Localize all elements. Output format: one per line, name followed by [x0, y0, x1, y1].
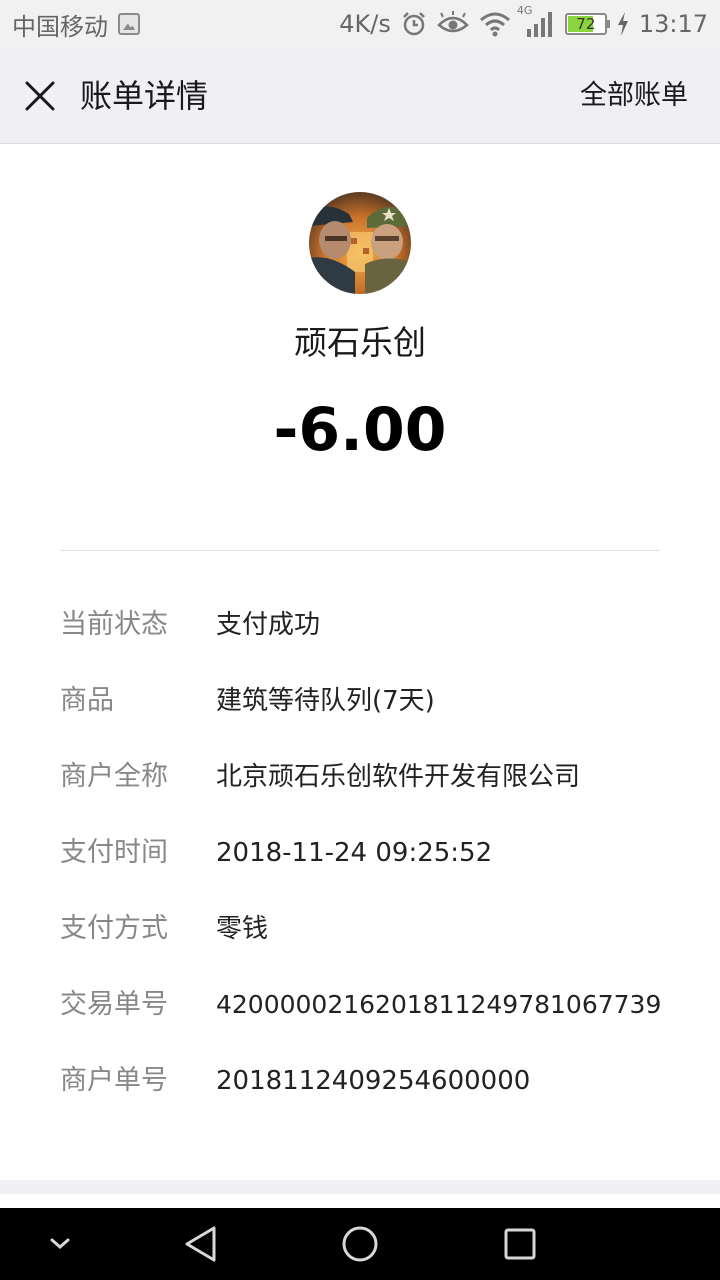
- detail-row-product: 商品 建筑等待队列(7天): [60, 679, 700, 723]
- merchant-name: 顽石乐创: [294, 323, 426, 362]
- recents-nav-button[interactable]: [498, 1222, 542, 1266]
- home-nav-button[interactable]: [338, 1222, 382, 1266]
- nav-header: 账单详情 全部账单: [0, 48, 720, 144]
- detail-value: 北京顽石乐创软件开发有限公司: [216, 762, 581, 792]
- status-bar: 中国移动 4K/s 4G 72 13:17: [0, 0, 720, 48]
- detail-row-merchant-full-name: 商户全称 北京顽石乐创软件开发有限公司: [60, 755, 700, 799]
- detail-label: 支付方式: [60, 913, 168, 944]
- merchant-avatar: [309, 192, 411, 294]
- back-nav-button[interactable]: [178, 1222, 222, 1266]
- detail-row-merchant-order-id: 商户单号 2018112409254600000: [60, 1059, 700, 1103]
- detail-value: 建筑等待队列(7天): [216, 686, 435, 716]
- bill-detail-screen: 中国移动 4K/s 4G 72 13:17 账单详情 全部账单 顽石乐创 -6.…: [0, 0, 720, 1280]
- collapse-nav-button[interactable]: [38, 1222, 82, 1266]
- detail-value: 2018112409254600000: [216, 1066, 531, 1096]
- page-title: 账单详情: [80, 77, 209, 115]
- cellular-group: 4G: [517, 5, 555, 39]
- detail-value: 零钱: [216, 914, 269, 944]
- recents-square-icon: [504, 1228, 536, 1260]
- system-nav-bar: [0, 1208, 720, 1280]
- detail-row-payment-time: 支付时间 2018-11-24 09:25:52: [60, 831, 700, 875]
- detail-row-transaction-id: 交易单号 4200000216201811249781067739: [60, 983, 700, 1027]
- alarm-icon: [402, 12, 425, 36]
- charging-bolt-icon: [617, 12, 628, 36]
- detail-value: 支付成功: [216, 610, 321, 640]
- clock-time: 13:17: [638, 10, 708, 38]
- merchant-avatar-image: [309, 192, 411, 294]
- detail-label: 商户全称: [60, 761, 168, 792]
- battery-icon: 72: [564, 13, 610, 35]
- network-speed: 4K/s: [339, 10, 391, 38]
- status-right: 4K/s 4G 72 13:17: [339, 5, 708, 40]
- battery-percent: 72: [576, 15, 596, 33]
- back-triangle-icon: [185, 1226, 216, 1262]
- detail-label: 商品: [60, 685, 114, 716]
- detail-label: 支付时间: [60, 837, 168, 868]
- section-divider: [60, 550, 660, 551]
- signal-icon: [526, 12, 552, 37]
- eye-icon: [436, 11, 469, 33]
- carrier-name: 中国移动: [12, 12, 108, 41]
- detail-value: 2018-11-24 09:25:52: [216, 838, 493, 868]
- wifi-icon: [479, 12, 510, 37]
- detail-label: 商户单号: [60, 1065, 168, 1096]
- close-button[interactable]: [18, 74, 62, 118]
- all-bills-link[interactable]: 全部账单: [580, 76, 688, 116]
- detail-value: 4200000216201811249781067739: [216, 990, 662, 1019]
- detail-label: 当前状态: [60, 609, 168, 640]
- detail-row-status: 当前状态 支付成功: [60, 603, 700, 647]
- payment-amount: -6.00: [273, 395, 447, 465]
- home-circle-icon: [342, 1226, 378, 1262]
- close-icon: [25, 81, 55, 111]
- chevron-down-icon: [50, 1238, 70, 1249]
- detail-row-payment-method: 支付方式 零钱: [60, 907, 700, 951]
- image-notification-icon: [118, 13, 140, 35]
- status-left: 中国移动: [12, 8, 140, 41]
- detail-label: 交易单号: [60, 989, 168, 1020]
- bottom-separator: [0, 1180, 720, 1194]
